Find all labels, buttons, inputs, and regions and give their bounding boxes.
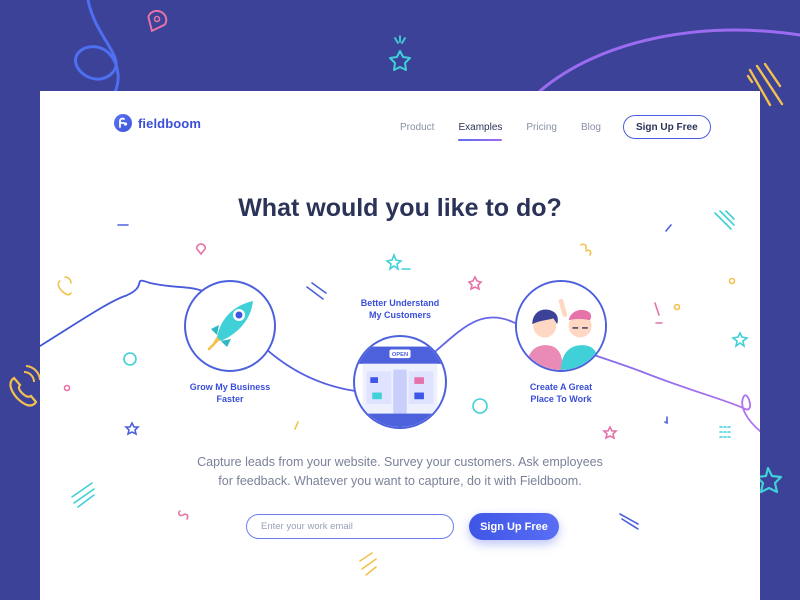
nav-product[interactable]: Product <box>400 118 434 137</box>
fieldboom-logo-icon <box>114 114 132 132</box>
map-pin-icon <box>147 9 168 33</box>
nav-pricing[interactable]: Pricing <box>526 118 557 137</box>
rocket-icon <box>207 301 253 351</box>
hero-description: Capture leads from your website. Survey … <box>197 455 603 488</box>
landing-card: fieldboom Product Examples Pricing Blog … <box>40 91 760 600</box>
storefront-icon: OPEN <box>355 346 445 427</box>
option-grow-business[interactable] <box>184 280 276 372</box>
option-understand-customers[interactable]: OPEN <box>353 335 447 429</box>
option-2-line1: Better Understand <box>360 298 440 308</box>
star-icon-bottom <box>755 466 783 494</box>
brand-name: fieldboom <box>138 115 202 131</box>
star-icon <box>389 35 411 71</box>
option-great-workplace-label[interactable]: Create A Great Place To Work <box>496 381 626 405</box>
option-grow-business-label[interactable]: Grow My Business Faster <box>165 381 295 405</box>
option-3-line1: Create A Great <box>529 382 593 392</box>
page-title: What would you like to do? <box>238 194 562 222</box>
option-2-line2: My Customers <box>368 310 431 320</box>
email-input[interactable] <box>246 514 454 539</box>
brand-logo[interactable]: fieldboom <box>114 114 201 132</box>
employees-icon <box>517 282 605 370</box>
signup-button[interactable]: Sign Up Free <box>469 513 559 540</box>
nav-blog[interactable]: Blog <box>581 118 601 137</box>
option-3-line2: Place To Work <box>530 394 592 404</box>
option-1-line1: Grow My Business <box>189 382 271 392</box>
option-great-workplace[interactable] <box>515 280 607 372</box>
option-understand-customers-label[interactable]: Better Understand My Customers <box>335 297 465 321</box>
nav-examples[interactable]: Examples <box>458 118 502 141</box>
open-sign: OPEN <box>392 352 408 358</box>
nav-signup-button[interactable]: Sign Up Free <box>622 115 711 139</box>
phone-icon <box>9 365 41 407</box>
option-1-line2: Faster <box>216 394 244 404</box>
main-nav: Product Examples Pricing Blog Sign Up Fr… <box>400 115 711 141</box>
